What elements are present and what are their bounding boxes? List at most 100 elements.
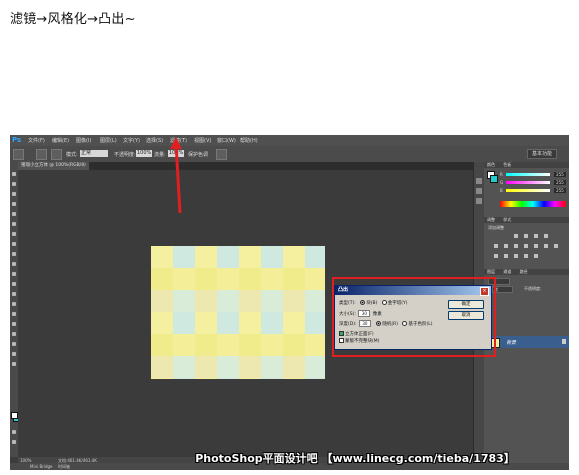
menu-select[interactable]: 选择(S) <box>146 137 163 144</box>
layer-row-background[interactable]: 背景 <box>484 336 569 348</box>
channel-mixer-icon[interactable] <box>544 244 548 248</box>
hand-tool-icon[interactable] <box>12 352 16 356</box>
exposure-icon[interactable] <box>544 234 548 238</box>
pattern-block <box>173 334 195 356</box>
menu-window[interactable]: 窗口(W) <box>217 137 236 144</box>
pattern-block <box>217 356 239 378</box>
menu-view[interactable]: 视图(V) <box>194 137 211 144</box>
document-tab-bar: 猪瑙小立方体 @ 100%(RGB/8) <box>18 162 473 170</box>
black-white-icon[interactable] <box>524 244 528 248</box>
photoshop-window: Ps 文件(F) 编辑(E) 图像(I) 图层(L) 文字(Y) 选择(S) 滤… <box>10 135 569 470</box>
lasso-tool-icon[interactable] <box>12 192 16 196</box>
opacity-field[interactable]: 100% <box>136 150 152 157</box>
menu-filter[interactable]: 滤镜(T) <box>170 137 187 144</box>
eraser-tool-icon[interactable] <box>12 272 16 276</box>
quick-mask-icon[interactable] <box>12 430 16 434</box>
history-brush-tool-icon[interactable] <box>12 262 16 266</box>
r-channel-value[interactable]: 255 <box>554 172 566 177</box>
pattern-block <box>283 290 305 312</box>
color-lookup-icon[interactable] <box>554 244 558 248</box>
pattern-block <box>239 312 261 334</box>
selective-color-icon[interactable] <box>524 254 528 258</box>
color-balance-icon[interactable] <box>514 244 518 248</box>
invert-icon[interactable] <box>494 254 498 258</box>
pattern-block <box>239 268 261 290</box>
layers-panel: 图层 通道 路径 正常 不透明度: <box>484 269 569 463</box>
levels-icon[interactable] <box>524 234 528 238</box>
tab-styles[interactable]: 样式 <box>503 217 511 222</box>
document-image[interactable] <box>151 246 325 379</box>
menu-help[interactable]: 帮助(H) <box>240 137 258 144</box>
quick-select-tool-icon[interactable] <box>12 202 16 206</box>
tab-swatches[interactable]: 色板 <box>503 162 511 167</box>
current-tool-icon[interactable] <box>13 149 24 160</box>
pattern-block <box>261 290 283 312</box>
move-tool-icon[interactable] <box>12 172 16 176</box>
brush-preset-icon[interactable] <box>36 149 47 160</box>
r-channel-slider[interactable] <box>506 173 550 176</box>
history-panel-icon[interactable] <box>476 178 482 184</box>
minibridge-tab[interactable]: Mini Bridge <box>30 464 53 469</box>
healing-tool-icon[interactable] <box>12 232 16 236</box>
properties-panel-icon[interactable] <box>476 188 482 194</box>
posterize-icon[interactable] <box>504 254 508 258</box>
pressure-icon[interactable] <box>216 149 227 160</box>
vibrance-icon[interactable] <box>494 244 498 248</box>
menu-edit[interactable]: 编辑(E) <box>52 137 69 144</box>
flow-label: 流量: <box>154 152 166 158</box>
eyedropper-tool-icon[interactable] <box>12 222 16 226</box>
gradient-tool-icon[interactable] <box>12 282 16 286</box>
brightness-icon[interactable] <box>514 234 518 238</box>
blur-tool-icon[interactable] <box>12 292 16 296</box>
dodge-tool-icon[interactable] <box>12 302 16 306</box>
brush-tool-icon[interactable] <box>12 242 16 246</box>
menu-type[interactable]: 文字(Y) <box>123 137 140 144</box>
document-tab[interactable]: 猪瑙小立方体 @ 100%(RGB/8) <box>18 162 89 170</box>
color-spectrum-bar[interactable] <box>500 201 566 207</box>
workspace-switcher[interactable]: 基本功能 <box>527 149 557 159</box>
marquee-tool-icon[interactable] <box>12 182 16 186</box>
b-channel-value[interactable]: 255 <box>554 188 566 193</box>
protect-tones-label[interactable]: 保护色调 <box>188 151 208 158</box>
crop-tool-icon[interactable] <box>12 212 16 216</box>
flow-field[interactable]: 100% <box>168 150 184 157</box>
menu-image[interactable]: 图像(I) <box>76 137 91 144</box>
pen-tool-icon[interactable] <box>12 312 16 316</box>
b-channel-label: B <box>500 188 503 193</box>
menu-layer[interactable]: 图层(L) <box>100 137 117 144</box>
pattern-block <box>217 378 239 379</box>
zoom-tool-icon[interactable] <box>12 362 16 366</box>
pattern-block <box>151 334 173 356</box>
path-select-tool-icon[interactable] <box>12 332 16 336</box>
photo-filter-icon[interactable] <box>534 244 538 248</box>
foreground-color-swatch[interactable] <box>11 412 18 419</box>
text-tool-icon[interactable] <box>12 322 16 326</box>
character-panel-icon[interactable] <box>476 198 482 204</box>
tab-color[interactable]: 颜色 <box>487 162 495 167</box>
hue-saturation-icon[interactable] <box>504 244 508 248</box>
pattern-block <box>239 246 261 268</box>
pattern-block <box>305 356 325 378</box>
timeline-tab[interactable]: 时间轴 <box>58 464 70 470</box>
tab-adjustments[interactable]: 调整 <box>487 217 495 222</box>
shape-tool-icon[interactable] <box>12 342 16 346</box>
g-channel-slider[interactable] <box>506 181 550 184</box>
pattern-block <box>173 290 195 312</box>
screen-mode-icon[interactable] <box>12 440 16 444</box>
layers-panel-header: 图层 通道 路径 <box>484 269 569 275</box>
gradient-map-icon[interactable] <box>534 254 538 258</box>
color-panel: 颜色 色板 R 255 G 255 B 255 <box>484 162 569 217</box>
mode-select[interactable]: 正常 <box>80 150 108 157</box>
menu-file[interactable]: 文件(F) <box>28 137 45 144</box>
tab-channels[interactable]: 通道 <box>503 269 511 274</box>
g-channel-value[interactable]: 255 <box>554 180 566 185</box>
threshold-icon[interactable] <box>514 254 518 258</box>
stamp-tool-icon[interactable] <box>12 252 16 256</box>
brush-panel-icon[interactable] <box>51 149 62 160</box>
tab-layers[interactable]: 图层 <box>487 269 495 274</box>
curves-icon[interactable] <box>534 234 538 238</box>
panel-background-swatch[interactable] <box>490 175 498 183</box>
mode-label: 模式: <box>66 152 78 158</box>
tab-paths[interactable]: 路径 <box>520 269 528 274</box>
b-channel-slider[interactable] <box>506 189 550 192</box>
